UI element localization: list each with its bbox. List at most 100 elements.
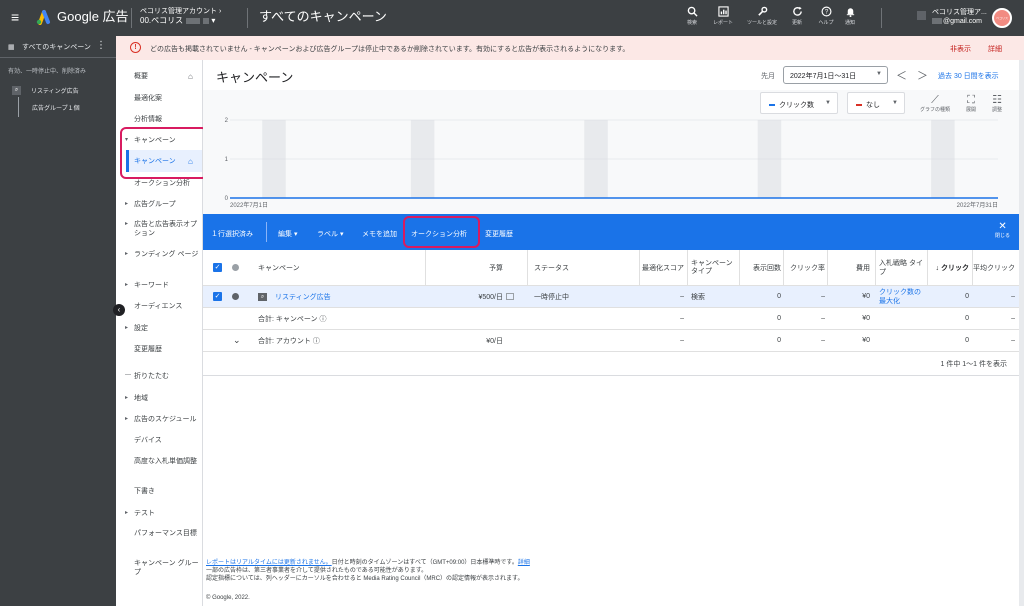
google-ads-logo — [36, 10, 50, 25]
cell-cost: ¥0 — [862, 315, 870, 322]
menu-item[interactable]: ▸ 設定 — [116, 324, 203, 333]
menu-item[interactable]: ▸ 広告のスケジュール — [116, 415, 203, 424]
divider — [247, 8, 248, 28]
hide-button[interactable]: 非表示 — [950, 44, 971, 54]
highlight-box-auction — [403, 216, 480, 248]
col-type[interactable]: キャンペーン タイプ — [691, 250, 733, 285]
metric-1-select[interactable]: クリック数 ▼ — [760, 92, 838, 114]
date-range-picker[interactable]: 2022年7月1日～31日 ▼ — [783, 66, 888, 84]
menu-item[interactable]: 高度な入札単価調整 — [116, 457, 203, 466]
page-heading: キャンペーン — [216, 70, 294, 85]
avatar[interactable]: ペコリス — [992, 8, 1012, 28]
col-campaign[interactable]: キャンペーン — [258, 250, 418, 285]
col-bid-strategy[interactable]: 入札戦略 タイプ — [879, 250, 925, 285]
col-impressions[interactable]: 表示回数 — [739, 250, 781, 285]
chevron-down-icon[interactable]: ⌄ — [233, 330, 245, 351]
edit-menu[interactable]: 編集 ▾ — [278, 229, 297, 239]
account-switcher[interactable]: ペコリス管理アカウント › 00.ペコリス ▾ — [140, 7, 221, 25]
add-memo-button[interactable]: メモを追加 — [362, 229, 397, 239]
menu-item[interactable]: 分析情報 — [116, 115, 203, 124]
prev-period-button[interactable]: ＜ — [896, 67, 907, 83]
notification-tool[interactable]: 通知 — [835, 6, 865, 26]
next-period-button[interactable]: ＞ — [917, 67, 928, 83]
tools-settings[interactable]: ツールと設定 — [747, 6, 777, 26]
col-opt-score[interactable]: 最適化スコア — [639, 250, 684, 285]
footer-line-3: 認定指標については、列ヘッダーにカーソルを合わせると Media Rating … — [206, 576, 524, 582]
row-checkbox[interactable]: ✓ — [213, 286, 227, 307]
bid-strategy-link[interactable]: クリック数の最大化 — [879, 286, 925, 307]
total-account-label: 合計: アカウント ⓘ — [258, 337, 320, 345]
blurred-box — [917, 11, 926, 20]
hamburger-menu-icon[interactable]: ≡ — [11, 10, 19, 24]
col-budget[interactable]: 予算 — [425, 250, 503, 285]
collapse-icon: — — [125, 372, 131, 378]
toolbar-divider — [266, 222, 267, 242]
metric-2-select[interactable]: なし ▼ — [847, 92, 905, 114]
divider — [881, 8, 882, 28]
menu-item[interactable]: パフォーマンス目標 — [116, 529, 203, 538]
col-ctr[interactable]: クリック率 — [783, 250, 825, 285]
menu-item[interactable]: 下書き — [116, 487, 203, 496]
collapse-nav-button[interactable]: ‹ — [113, 304, 125, 316]
wrench-icon — [757, 6, 767, 16]
menu-item[interactable]: ▸ ランディング ページ — [116, 250, 203, 259]
brand-name: Google 広告 — [57, 9, 129, 24]
chart-type-button[interactable]: ⟋ グラフの種類 — [917, 94, 953, 113]
label-menu[interactable]: ラベル ▾ — [317, 229, 343, 239]
chevron-icon: ▸ — [125, 510, 129, 516]
campaign-name-link[interactable]: リスティング広告 — [275, 286, 415, 307]
cell-clicks: 0 — [965, 293, 969, 300]
selection-toolbar: １行選択済み 編集 ▾ ラベル ▾ メモを追加 オークション分析 変更履歴 ✕ … — [203, 214, 1019, 250]
adjust-chart-button[interactable]: ☷ 調整 — [979, 94, 1015, 113]
budget-chart-icon[interactable] — [506, 286, 516, 307]
report-tool[interactable]: レポート — [708, 6, 738, 26]
menu-item[interactable]: デバイス — [116, 436, 203, 445]
detail-link[interactable]: 詳細 — [518, 560, 530, 566]
cell-ctr: – — [821, 337, 825, 344]
more-vert-icon[interactable]: ⋮ — [96, 40, 106, 51]
col-cost[interactable]: 費用 — [827, 250, 870, 285]
grid-icon: ▦ — [8, 44, 15, 51]
all-campaigns-header[interactable]: ▦ すべてのキャンペーン ⋮ — [0, 36, 116, 58]
x-tick-label-end: 2022年7月31日 — [957, 201, 998, 209]
nav-campaign-item[interactable]: ⌕ リスティング広告 — [0, 83, 116, 97]
menu-item[interactable]: キャンペーン グループ — [116, 559, 203, 577]
cell-cost: ¥0 — [862, 337, 870, 344]
main-panel: キャンペーン 先月 2022年7月1日～31日 ▼ ＜ ＞ 過去 30 日間を表… — [203, 60, 1019, 606]
menu-item[interactable]: ▸ 広告グループ — [116, 200, 203, 209]
menu-item[interactable]: オーディエンス — [116, 302, 203, 311]
y-tick-label: 0 — [225, 196, 229, 202]
y-tick-label: 1 — [225, 157, 229, 163]
selected-count: １行選択済み — [211, 231, 253, 238]
menu-item[interactable]: ▸ 地域 — [116, 394, 203, 403]
menu-item[interactable]: ▸ 広告と広告表示オプション — [116, 220, 203, 238]
table-row[interactable]: ✓ ⌕ リスティング広告 ¥500/日 一時停止中 – 検索 0 – ¥0 クリ… — [203, 286, 1019, 308]
detail-button[interactable]: 詳細 — [988, 44, 1002, 54]
menu-item[interactable]: 変更履歴 — [116, 345, 203, 354]
select-all-checkbox[interactable]: ✓ — [213, 250, 227, 285]
menu-item[interactable]: 最適化案 — [116, 94, 203, 103]
refresh-tool[interactable]: 更新 — [782, 6, 812, 26]
menu-item[interactable]: ▸ キーワード — [116, 281, 203, 290]
search-tool[interactable]: 検索 — [677, 6, 707, 26]
last-30-days-link[interactable]: 過去 30 日間を表示 — [938, 71, 999, 81]
account-navigation: ▦ すべてのキャンペーン ⋮ 有効、一時停止中、削除済み ⌕ リスティング広告 広… — [0, 36, 116, 606]
nav-adgroup-item[interactable]: 広告グループ１個 — [0, 97, 116, 117]
cell-impressions: 0 — [777, 337, 781, 344]
user-info[interactable]: ペコリス管理ア... @gmail.com — [932, 8, 987, 26]
total-campaign-row: 合計: キャンペーン ⓘ – 0 – ¥0 0 – — [203, 308, 1019, 330]
col-status[interactable]: ステータス — [534, 250, 594, 285]
realtime-note-link[interactable]: レポートはリアルタイムには更新されません。 — [206, 560, 332, 566]
account-name: 00.ペコリス ▾ — [140, 16, 216, 25]
cell-status: 一時停止中 — [534, 293, 569, 301]
menu-item[interactable]: ▸ テスト — [116, 509, 203, 518]
col-clicks[interactable]: ↓ クリック — [927, 250, 969, 285]
menu-item[interactable]: — 折りたたむ — [116, 372, 203, 381]
col-avg-cpc[interactable]: 平均クリック — [972, 250, 1015, 285]
change-history-button[interactable]: 変更履歴 — [485, 229, 513, 239]
status-filter[interactable]: 有効、一時停止中、削除済み — [0, 58, 116, 83]
menu-item[interactable]: オークション分析 — [116, 179, 203, 188]
close-icon: ✕ — [998, 221, 1007, 232]
close-toolbar-button[interactable]: ✕ 閉じる — [995, 221, 1010, 239]
cell-budget: ¥0/日 — [486, 337, 503, 345]
